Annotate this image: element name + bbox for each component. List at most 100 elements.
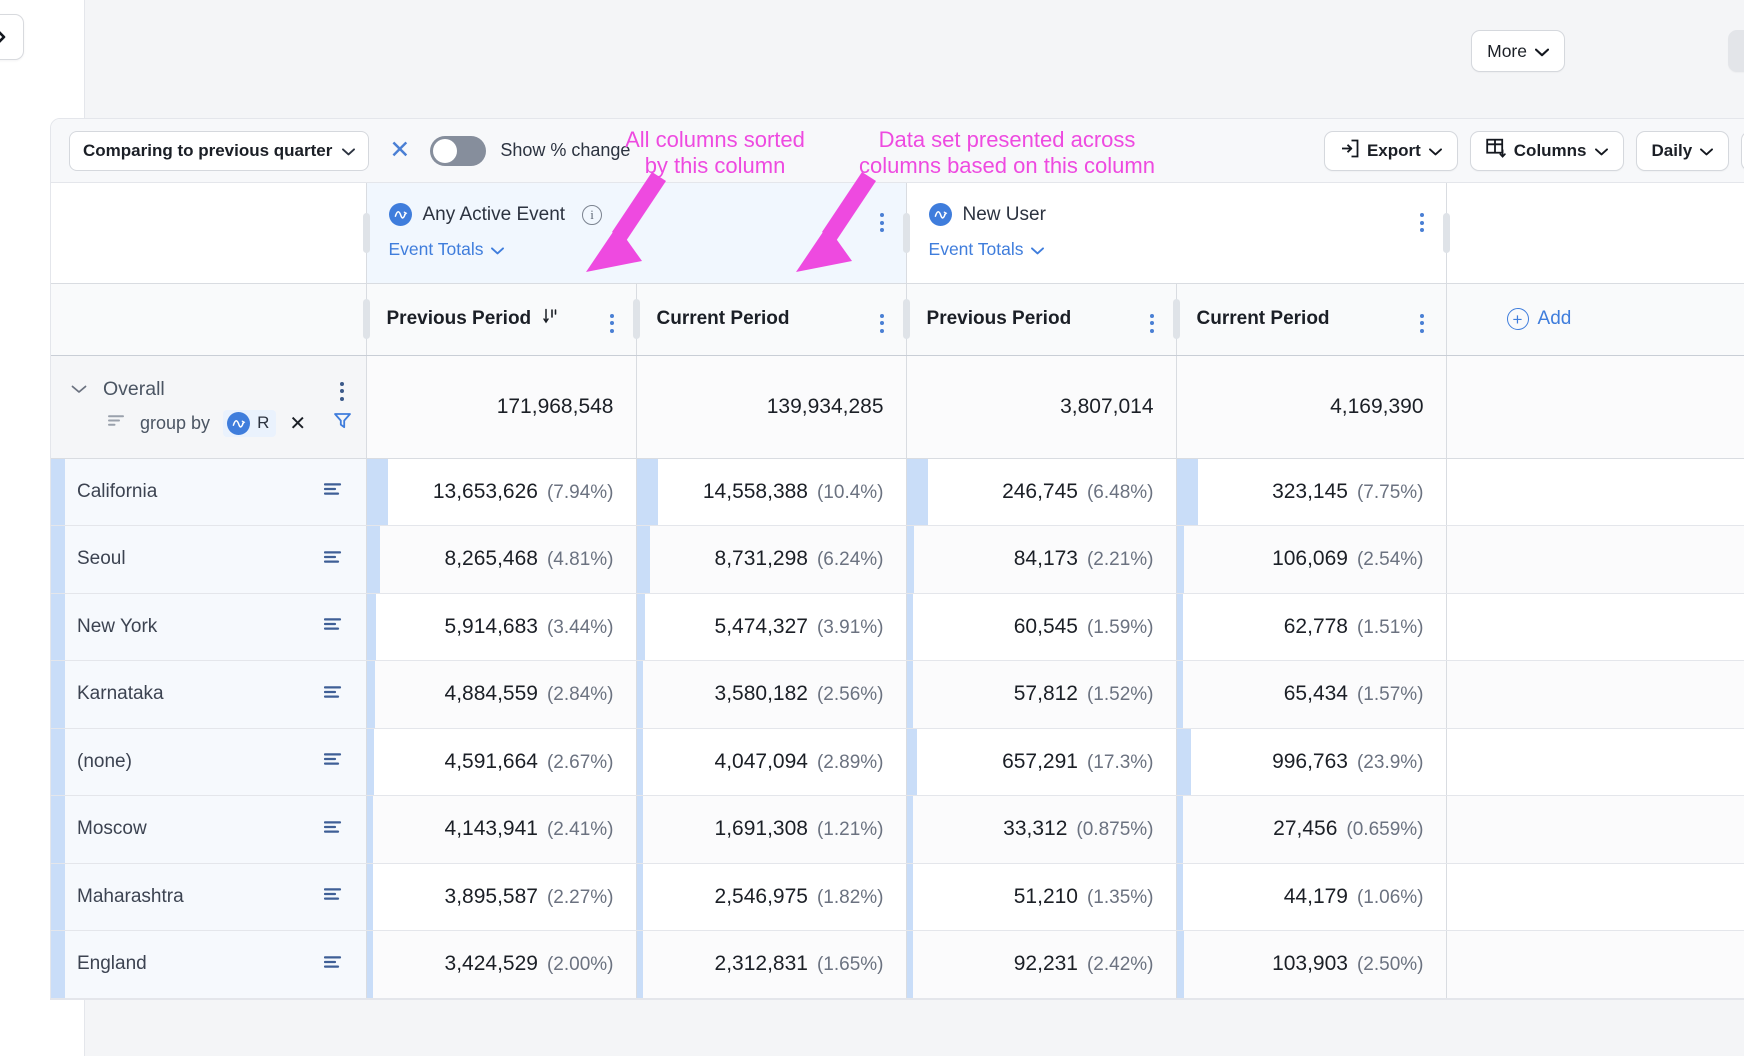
row-label-cell[interactable]: (none) [51, 728, 366, 796]
overall-label-cell[interactable]: Overall group by [51, 355, 366, 458]
show-percent-change-toggle[interactable] [430, 136, 486, 166]
row-label-cell[interactable]: Karnataka [51, 661, 366, 729]
table-row[interactable]: Maharashtra3,895,587(2.27%)2,546,975(1.8… [51, 863, 1744, 931]
table-row[interactable]: Karnataka4,884,559(2.84%)3,580,182(2.56%… [51, 661, 1744, 729]
aggregation-select[interactable]: Event Totals [929, 239, 1044, 260]
sort-descending-icon[interactable] [543, 308, 559, 330]
apply-button[interactable]: A [1728, 30, 1744, 72]
row-menu-icon[interactable] [324, 820, 344, 839]
data-table: Any Active Event i Event Totals [51, 183, 1744, 999]
chevron-down-icon [1535, 41, 1549, 62]
row-label-cell[interactable]: Seoul [51, 526, 366, 594]
column-resize-handle[interactable] [903, 213, 910, 253]
column-menu-button[interactable] [880, 314, 884, 333]
row-menu-icon[interactable] [324, 955, 344, 974]
row-label-cell[interactable]: Maharashtra [51, 863, 366, 931]
row-label: California [77, 481, 157, 503]
row-menu-icon[interactable] [324, 752, 344, 771]
filter-icon[interactable] [333, 411, 352, 435]
row-label-cell[interactable]: Moscow [51, 796, 366, 864]
row-menu-icon[interactable] [324, 617, 344, 636]
groupby-label: group by [140, 413, 210, 434]
more-button[interactable]: More [1471, 30, 1565, 72]
data-cell: 51,210(1.35%) [906, 863, 1176, 931]
overall-menu-button[interactable] [340, 382, 344, 401]
cell-percent: (7.94%) [547, 482, 614, 503]
column-resize-handle[interactable] [363, 299, 370, 339]
column-header-label: Previous Period [927, 308, 1072, 330]
cell-value: 3,580,182 [715, 682, 808, 705]
comparison-select[interactable]: Comparing to previous quarter [69, 131, 369, 171]
add-column-cell[interactable]: + Add [1446, 283, 1744, 355]
row-label-cell[interactable]: England [51, 931, 366, 999]
data-cell: 103,903(2.50%) [1176, 931, 1446, 999]
chevron-right-icon [0, 27, 11, 47]
row-label-cell[interactable]: New York [51, 593, 366, 661]
cell-percent: (2.41%) [547, 819, 614, 840]
table-row[interactable]: (none)4,591,664(2.67%)4,047,094(2.89%)65… [51, 728, 1744, 796]
cell-bar [367, 594, 376, 661]
column-resize-handle[interactable] [363, 213, 370, 253]
column-header-previous-period-1[interactable]: Previous Period [366, 283, 636, 355]
chevron-down-icon[interactable] [71, 381, 87, 398]
row-label-cell[interactable]: California [51, 458, 366, 526]
column-resize-handle[interactable] [1173, 299, 1180, 339]
column-menu-button[interactable] [1420, 314, 1424, 333]
cell-bar [1177, 864, 1183, 931]
cell-bar [637, 526, 650, 593]
columns-button[interactable]: Columns [1470, 131, 1624, 171]
row-menu-icon[interactable] [324, 482, 344, 501]
column-menu-button[interactable] [610, 314, 614, 333]
column-menu-button[interactable] [1150, 314, 1154, 333]
cell-value: 106,069 [1272, 547, 1348, 570]
column-header-label: Current Period [657, 308, 790, 330]
cell-bar [1177, 931, 1184, 998]
column-header-current-period-2[interactable]: Current Period [1176, 283, 1446, 355]
column-resize-handle[interactable] [1443, 213, 1450, 253]
column-resize-handle[interactable] [633, 299, 640, 339]
table-row[interactable]: New York5,914,683(3.44%)5,474,327(3.91%)… [51, 593, 1744, 661]
row-menu-icon[interactable] [324, 550, 344, 569]
metric-group-name: New User [963, 204, 1046, 226]
sidebar-expand-button[interactable] [0, 14, 24, 60]
clear-comparison-button[interactable]: ✕ [383, 138, 416, 163]
data-cell: 57,812(1.52%) [906, 661, 1176, 729]
event-icon [389, 203, 412, 226]
metric-group-new-user[interactable]: New User Event Totals [906, 183, 1446, 283]
row-label: England [77, 953, 147, 975]
event-icon [929, 203, 952, 226]
data-cell: 44,179(1.06%) [1176, 863, 1446, 931]
table-row[interactable]: Moscow4,143,941(2.41%)1,691,308(1.21%)33… [51, 796, 1744, 864]
cell-bar [637, 796, 643, 863]
column-resize-handle[interactable] [903, 299, 910, 339]
cell-bar [907, 526, 914, 593]
toolbar-actions: Export Columns [1324, 131, 1731, 171]
table-row[interactable]: Seoul8,265,468(4.81%)8,731,298(6.24%)84,… [51, 526, 1744, 594]
metric-group-menu-button[interactable] [1420, 213, 1424, 232]
cell-value: 103,903 [1272, 952, 1348, 975]
column-header-row: Previous Period [51, 283, 1744, 355]
metric-group-any-active-event[interactable]: Any Active Event i Event Totals [366, 183, 906, 283]
table-row[interactable]: California13,653,626(7.94%)14,558,388(10… [51, 458, 1744, 526]
export-button[interactable]: Export [1324, 131, 1458, 171]
info-icon[interactable]: i [582, 205, 602, 225]
overall-value: 3,807,014 [906, 355, 1176, 458]
row-empty-cell [1446, 661, 1744, 729]
data-cell: 996,763(23.9%) [1176, 728, 1446, 796]
aggregation-select[interactable]: Event Totals [389, 239, 504, 260]
cell-percent: (1.57%) [1357, 684, 1424, 705]
table-toolbar: Comparing to previous quarter ✕ Show % c… [51, 119, 1744, 183]
remove-groupby-button[interactable]: ✕ [289, 411, 306, 436]
row-menu-icon[interactable] [324, 685, 344, 704]
row-accent-bar [51, 931, 65, 998]
column-header-current-period-1[interactable]: Current Period [636, 283, 906, 355]
column-header-previous-period-2[interactable]: Previous Period [906, 283, 1176, 355]
overall-row: Overall group by [51, 355, 1744, 458]
plus-circle-icon: + [1507, 308, 1529, 330]
add-column-button[interactable]: + Add [1447, 308, 1744, 330]
groupby-property-chip[interactable]: R [223, 410, 276, 437]
row-menu-icon[interactable] [324, 887, 344, 906]
granularity-select[interactable]: Daily [1636, 131, 1730, 171]
metric-group-menu-button[interactable] [880, 213, 884, 232]
table-row[interactable]: England3,424,529(2.00%)2,312,831(1.65%)9… [51, 931, 1744, 999]
